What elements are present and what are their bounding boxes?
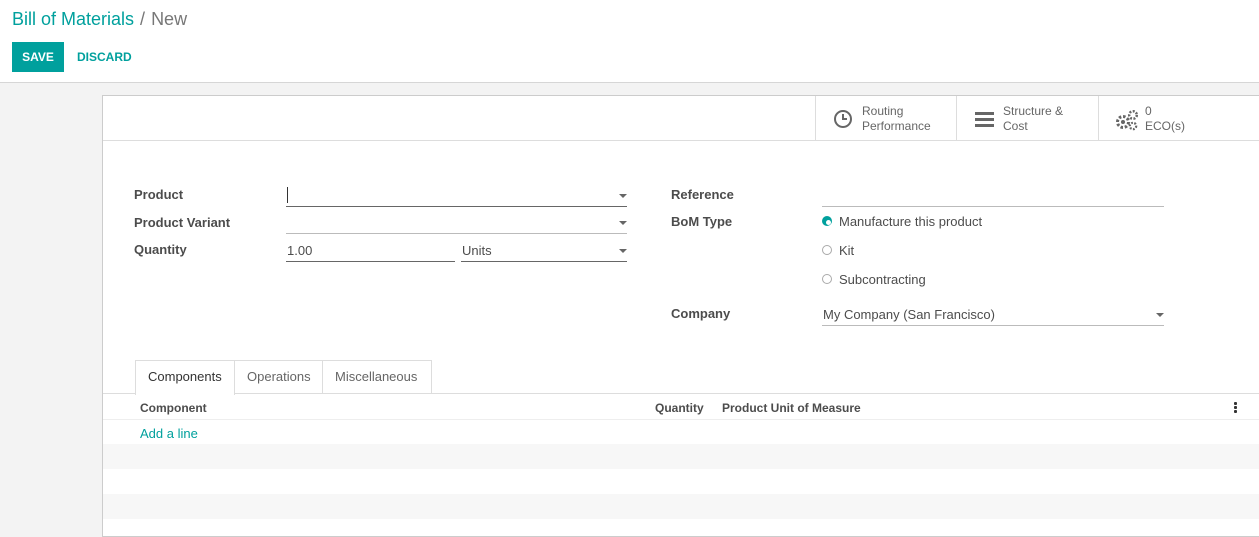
column-quantity[interactable]: Quantity (655, 401, 704, 415)
quantity-value: 1.00 (287, 243, 313, 258)
routing-performance-button[interactable]: Routing Performance (815, 96, 956, 140)
discard-button[interactable]: DISCARD (70, 42, 139, 72)
radio-unchecked-icon[interactable] (822, 245, 832, 255)
product-variant-label: Product Variant (134, 215, 231, 230)
kebab-menu-icon[interactable] (1234, 402, 1237, 414)
bom-type-label: BoM Type (671, 214, 733, 229)
chevron-down-icon[interactable] (619, 194, 627, 198)
uom-field[interactable]: Units (461, 240, 627, 262)
company-label: Company (671, 306, 731, 321)
breadcrumb-current: New (151, 9, 188, 29)
text-cursor (287, 187, 288, 203)
product-label: Product (134, 187, 184, 202)
breadcrumb: Bill of Materials / New (12, 9, 187, 30)
tab-operations[interactable]: Operations (234, 360, 323, 394)
radio-unchecked-icon[interactable] (822, 274, 832, 284)
structure-cost-line1: Structure & (1003, 104, 1064, 118)
bars-icon (973, 109, 995, 129)
eco-label: ECO(s) (1145, 119, 1185, 133)
quantity-field[interactable]: 1.00 (286, 240, 455, 262)
product-field[interactable] (286, 185, 627, 207)
breadcrumb-separator: / (140, 9, 146, 29)
bom-type-subcontracting-label: Subcontracting (839, 272, 926, 287)
quantity-label: Quantity (134, 242, 187, 257)
table-row (103, 494, 1259, 519)
column-component[interactable]: Component (140, 401, 207, 415)
tab-components[interactable]: Components (135, 360, 235, 395)
product-variant-field[interactable] (286, 212, 627, 234)
reference-label: Reference (671, 187, 734, 202)
components-table: Component Quantity Product Unit of Measu… (103, 393, 1259, 519)
reference-field[interactable] (822, 185, 1164, 207)
radio-checked-icon[interactable] (822, 216, 832, 226)
gears-icon (1115, 109, 1139, 131)
clock-icon (832, 109, 854, 129)
routing-performance-line1: Routing (862, 104, 904, 118)
table-row (103, 469, 1259, 494)
structure-cost-button[interactable]: Structure & Cost (956, 96, 1097, 140)
chevron-down-icon[interactable] (619, 249, 627, 253)
bom-type-kit-label: Kit (839, 243, 855, 258)
table-row (103, 419, 1259, 445)
add-a-line-link[interactable]: Add a line (140, 426, 198, 441)
control-panel: Bill of Materials / New SAVE DISCARD (0, 0, 1259, 83)
form-sheet: Routing Performance Structure & Cost 0 E… (102, 95, 1259, 537)
chevron-down-icon[interactable] (1156, 313, 1164, 317)
eco-button[interactable]: 0 ECO(s) (1098, 96, 1259, 140)
chevron-down-icon[interactable] (619, 221, 627, 225)
structure-cost-line2: Cost (1003, 119, 1028, 133)
table-row (103, 444, 1259, 469)
bom-type-manufacture-label: Manufacture this product (839, 214, 983, 229)
column-uom[interactable]: Product Unit of Measure (722, 401, 861, 415)
save-button[interactable]: SAVE (12, 42, 64, 72)
uom-value: Units (462, 243, 492, 258)
tab-miscellaneous[interactable]: Miscellaneous (322, 360, 432, 394)
routing-performance-line2: Performance (862, 119, 931, 133)
smart-button-box: Routing Performance Structure & Cost 0 E… (103, 96, 1259, 141)
breadcrumb-bill-of-materials[interactable]: Bill of Materials (12, 9, 134, 29)
eco-count: 0 (1145, 104, 1152, 118)
company-value: My Company (San Francisco) (823, 307, 995, 322)
company-field[interactable]: My Company (San Francisco) (822, 304, 1164, 326)
